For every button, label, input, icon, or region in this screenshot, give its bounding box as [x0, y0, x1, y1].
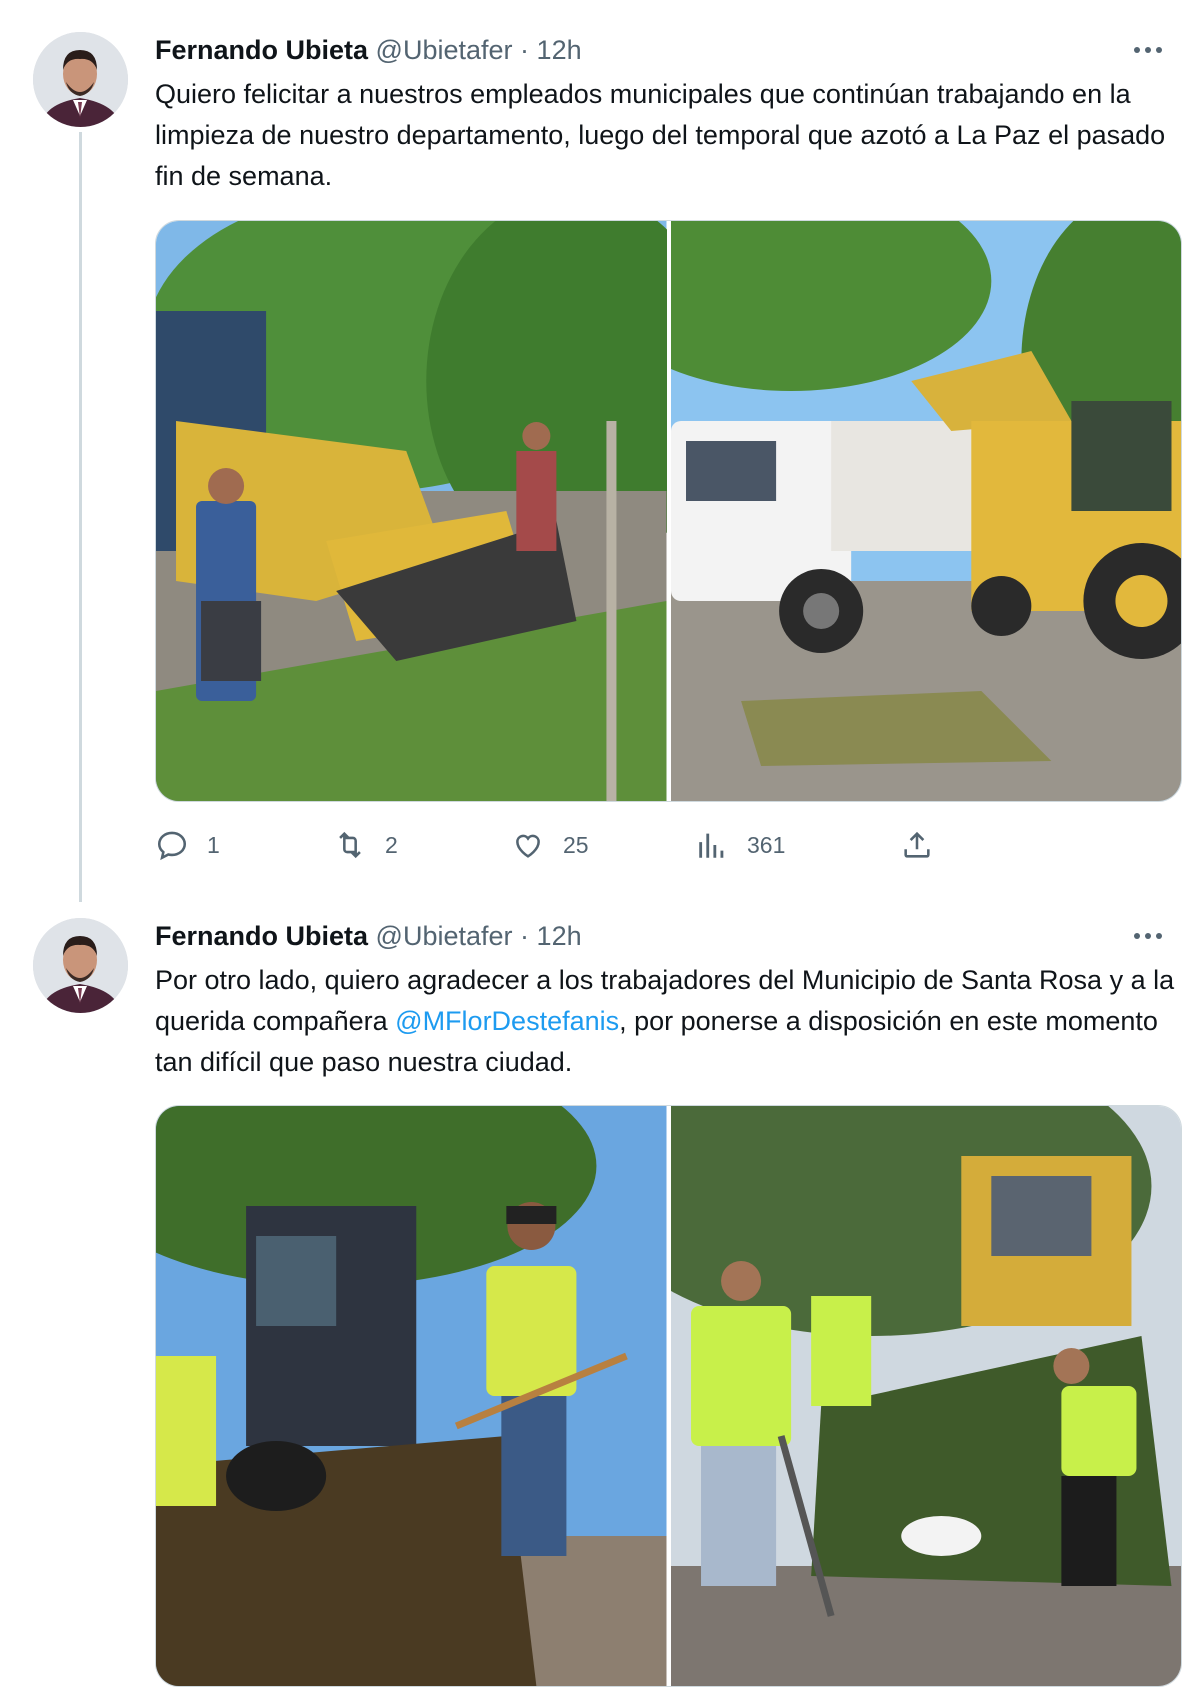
author-handle[interactable]: @Ubietafer — [376, 921, 513, 951]
avatar[interactable] — [33, 918, 128, 1013]
mention-link[interactable]: @MFlorDestefanis — [395, 1006, 619, 1036]
more-horizontal-icon — [1134, 933, 1162, 939]
like-count: 25 — [563, 831, 589, 858]
share-button[interactable] — [900, 820, 934, 870]
more-horizontal-icon — [1134, 47, 1162, 53]
timestamp[interactable]: 12h — [537, 35, 582, 65]
author-name[interactable]: Fernando Ubieta — [155, 35, 368, 65]
tweet-media[interactable] — [155, 220, 1182, 802]
tweet-media[interactable] — [155, 1105, 1182, 1687]
avatar[interactable] — [33, 32, 128, 127]
tweet-text: Por otro lado, quiero agradecer a los tr… — [155, 960, 1180, 1083]
share-icon — [904, 831, 930, 858]
like-button[interactable]: 25 — [511, 820, 589, 870]
author-name[interactable]: Fernando Ubieta — [155, 921, 368, 951]
views-button[interactable]: 361 — [695, 820, 785, 870]
retweet-icon — [339, 831, 361, 859]
author-handle[interactable]: @Ubietafer — [376, 35, 513, 65]
more-options-button[interactable] — [1126, 30, 1170, 70]
tweet-photo-worker-shovel[interactable] — [156, 1106, 667, 1686]
tweet-photo-backhoe[interactable] — [156, 221, 667, 801]
reply-count: 1 — [207, 831, 220, 858]
tweet-text: Quiero felicitar a nuestros empleados mu… — [155, 79, 1166, 191]
tweet-header: Fernando Ubieta @Ubietafer · 12h — [155, 916, 1180, 956]
tweet[interactable]: Fernando Ubieta @Ubietafer · 12h Quiero … — [0, 0, 1200, 902]
tweet[interactable]: Fernando Ubieta @Ubietafer · 12h Por otr… — [0, 880, 1200, 1704]
view-count: 361 — [747, 831, 786, 858]
thread-line — [79, 132, 82, 902]
reply-button[interactable]: 1 — [155, 820, 220, 870]
reply-icon — [157, 831, 187, 861]
timestamp[interactable]: 12h — [537, 921, 582, 951]
retweet-button[interactable]: 2 — [333, 820, 398, 870]
tweet-photo-truck[interactable] — [670, 221, 1181, 801]
tweet-header: Fernando Ubieta @Ubietafer · 12h — [155, 30, 1180, 70]
more-options-button[interactable] — [1126, 916, 1170, 956]
views-bar-icon — [699, 833, 724, 858]
separator: · — [520, 921, 530, 951]
tweet-photo-workers-cleanup[interactable] — [670, 1106, 1181, 1686]
heart-icon — [516, 834, 540, 858]
retweet-count: 2 — [385, 831, 398, 858]
tweet-actions: 1 2 25 361 — [155, 820, 1025, 870]
separator: · — [520, 35, 530, 65]
